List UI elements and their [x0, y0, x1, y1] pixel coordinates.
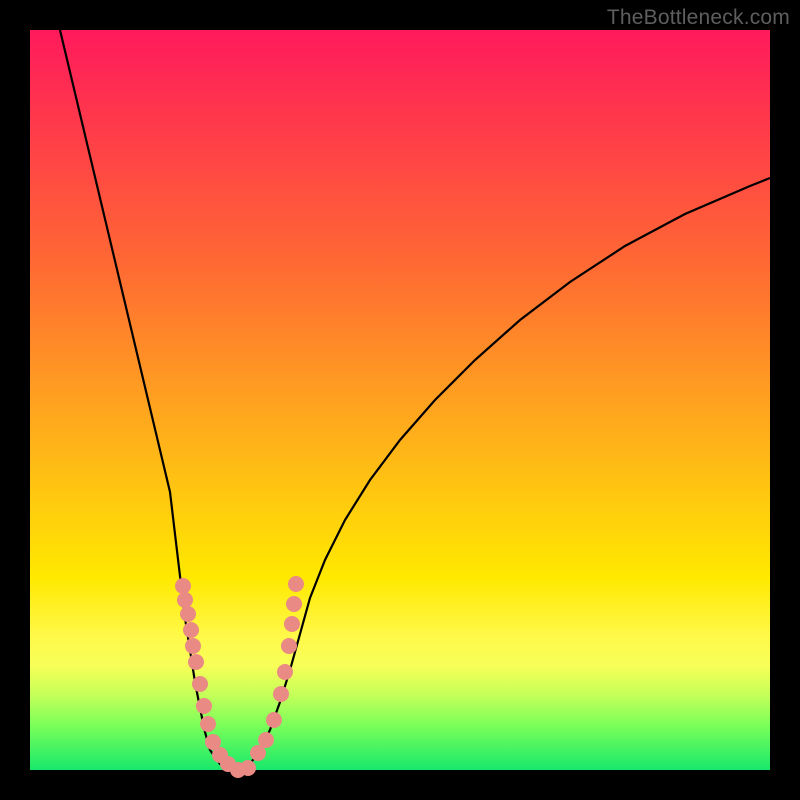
- plot-area: [30, 30, 770, 770]
- data-dot: [180, 606, 196, 622]
- data-dot: [288, 576, 304, 592]
- data-dot: [200, 716, 216, 732]
- data-dot: [284, 616, 300, 632]
- data-dot: [177, 592, 193, 608]
- data-dot: [196, 698, 212, 714]
- data-dot: [192, 676, 208, 692]
- chart-frame: TheBottleneck.com: [0, 0, 800, 800]
- data-dot: [175, 578, 191, 594]
- data-dot: [258, 732, 274, 748]
- data-dot: [183, 622, 199, 638]
- data-dot: [286, 596, 302, 612]
- data-dot: [240, 760, 256, 776]
- data-dot: [281, 638, 297, 654]
- data-dot: [188, 654, 204, 670]
- data-dot: [266, 712, 282, 728]
- data-dots-layer: [30, 30, 770, 770]
- data-dot: [185, 638, 201, 654]
- data-dot: [277, 664, 293, 680]
- data-dot: [273, 686, 289, 702]
- watermark-text: TheBottleneck.com: [607, 6, 790, 30]
